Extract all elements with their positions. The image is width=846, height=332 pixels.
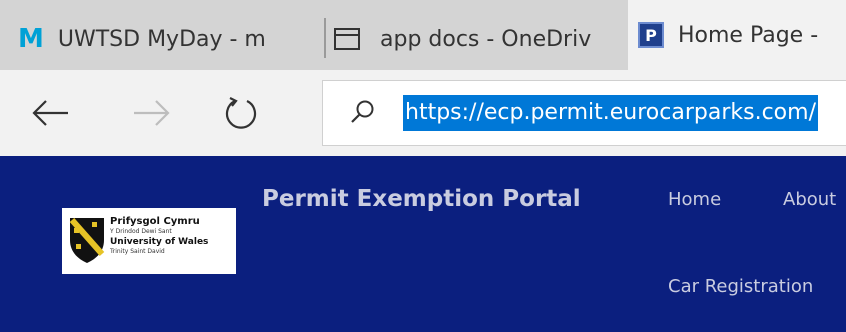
logo-line-english: University of Wales	[110, 237, 209, 247]
forward-arrow-icon	[134, 100, 170, 126]
refresh-button[interactable]	[216, 88, 266, 138]
forward-button[interactable]	[127, 88, 177, 138]
site-header: Prifysgol Cymru Y Drindod Dewi Sant Univ…	[0, 156, 846, 332]
tab-app-docs[interactable]: app docs - OneDriv	[330, 8, 620, 70]
tab-home-page[interactable]: P Home Page -	[628, 0, 846, 70]
nav-about-link[interactable]: About	[783, 189, 836, 210]
back-arrow-icon	[32, 100, 68, 126]
tab-strip: M UWTSD MyDay - m app docs - OneDriv P H…	[0, 0, 846, 70]
site-title[interactable]: Permit Exemption Portal	[262, 186, 581, 212]
logo-line-welsh: Prifysgol Cymru	[110, 216, 200, 227]
tab-myday[interactable]: M UWTSD MyDay - m	[18, 8, 318, 70]
tab-separator	[324, 18, 326, 58]
back-button[interactable]	[25, 88, 75, 138]
refresh-icon	[225, 97, 257, 129]
nav-car-registration-link[interactable]: Car Registration	[668, 276, 813, 297]
logo-line-english-sub: Trinity Saint David	[110, 248, 165, 255]
shield-crest-icon	[69, 218, 105, 263]
myday-m-icon: M	[18, 24, 44, 54]
tab-label: UWTSD MyDay - m	[57, 26, 266, 52]
permit-p-icon: P	[638, 22, 664, 48]
nav-home-link[interactable]: Home	[668, 189, 721, 210]
browser-toolbar: https://ecp.permit.eurocarparks.com/	[0, 70, 846, 156]
search-icon	[351, 100, 374, 123]
tab-label: Home Page -	[678, 22, 819, 48]
window-tab-icon	[334, 28, 360, 50]
logo-line-welsh-sub: Y Drindod Dewi Sant	[110, 228, 172, 235]
url-text[interactable]: https://ecp.permit.eurocarparks.com/	[403, 95, 818, 131]
university-logo[interactable]: Prifysgol Cymru Y Drindod Dewi Sant Univ…	[62, 208, 236, 274]
address-bar[interactable]: https://ecp.permit.eurocarparks.com/	[322, 80, 846, 146]
tab-label: app docs - OneDriv	[380, 26, 592, 52]
